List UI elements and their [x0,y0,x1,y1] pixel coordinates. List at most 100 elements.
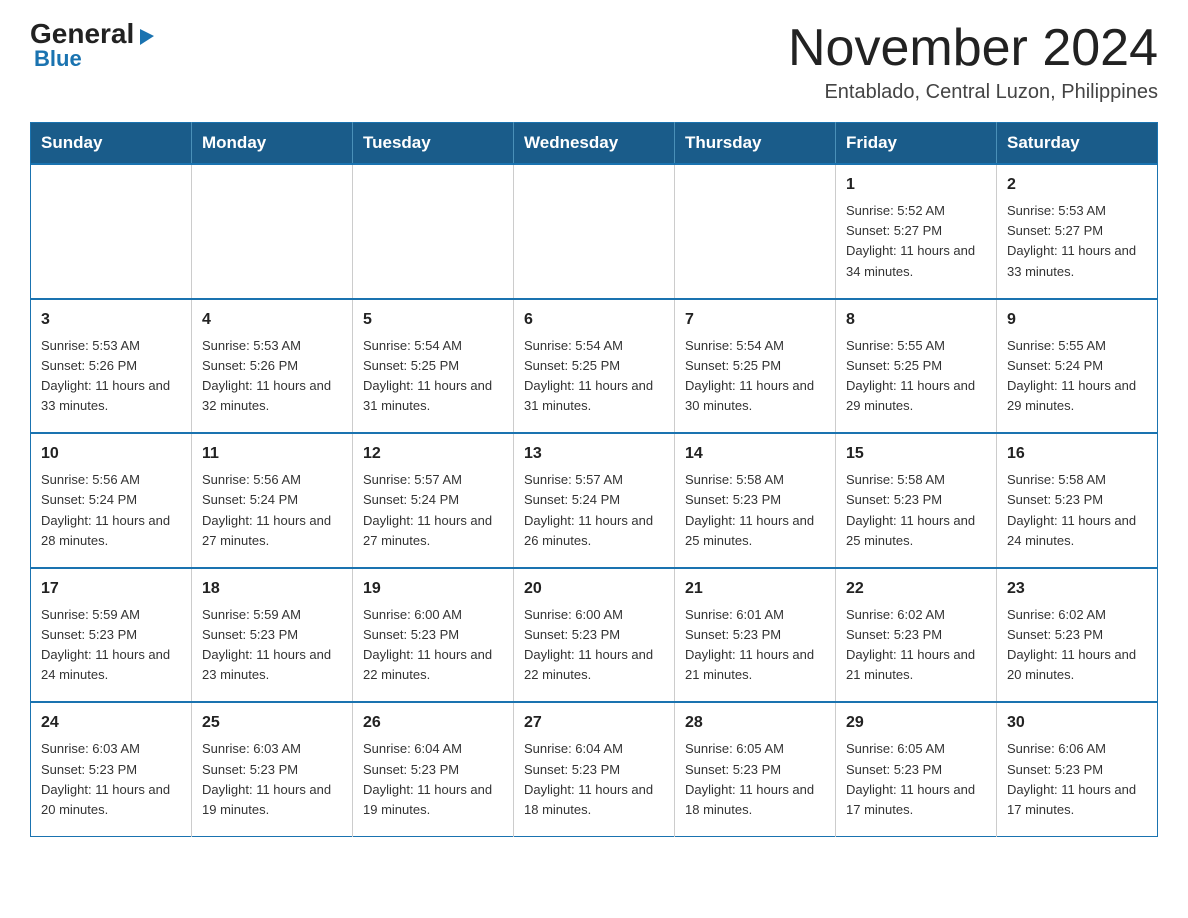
calendar-body: 1 Sunrise: 5:52 AM Sunset: 5:27 PM Daylig… [31,164,1158,836]
day-info: Sunrise: 6:03 AM Sunset: 5:23 PM Dayligh… [202,739,342,820]
day-number: 5 [363,308,503,332]
day-number: 17 [41,577,181,601]
day-cell: 5 Sunrise: 5:54 AM Sunset: 5:25 PM Daylig… [353,299,514,434]
week-row-3: 10 Sunrise: 5:56 AM Sunset: 5:24 PM Dayli… [31,433,1158,568]
day-cell: 6 Sunrise: 5:54 AM Sunset: 5:25 PM Daylig… [514,299,675,434]
page-header: General Blue November 2024 Entablado, Ce… [30,20,1158,104]
week-row-1: 1 Sunrise: 5:52 AM Sunset: 5:27 PM Daylig… [31,164,1158,299]
day-cell: 28 Sunrise: 6:05 AM Sunset: 5:23 PM Dayli… [675,702,836,836]
day-info: Sunrise: 6:04 AM Sunset: 5:23 PM Dayligh… [524,739,664,820]
day-number: 3 [41,308,181,332]
day-info: Sunrise: 6:02 AM Sunset: 5:23 PM Dayligh… [846,605,986,686]
logo: General Blue [30,20,158,72]
day-info: Sunrise: 5:55 AM Sunset: 5:24 PM Dayligh… [1007,336,1147,417]
day-number: 8 [846,308,986,332]
day-info: Sunrise: 5:58 AM Sunset: 5:23 PM Dayligh… [1007,470,1147,551]
day-info: Sunrise: 5:56 AM Sunset: 5:24 PM Dayligh… [41,470,181,551]
day-info: Sunrise: 5:59 AM Sunset: 5:23 PM Dayligh… [202,605,342,686]
header-day-friday: Friday [836,123,997,165]
day-info: Sunrise: 5:54 AM Sunset: 5:25 PM Dayligh… [685,336,825,417]
day-number: 16 [1007,442,1147,466]
day-cell [675,164,836,299]
day-number: 11 [202,442,342,466]
logo-blue: Blue [34,46,82,72]
day-number: 12 [363,442,503,466]
header-day-sunday: Sunday [31,123,192,165]
day-cell: 17Sunrise: 5:59 AM Sunset: 5:23 PM Dayli… [31,568,192,703]
day-info: Sunrise: 6:03 AM Sunset: 5:23 PM Dayligh… [41,739,181,820]
header-day-wednesday: Wednesday [514,123,675,165]
day-cell [31,164,192,299]
day-number: 2 [1007,173,1147,197]
page-title: November 2024 [788,20,1158,77]
day-number: 29 [846,711,986,735]
day-cell: 18 Sunrise: 5:59 AM Sunset: 5:23 PM Dayli… [192,568,353,703]
day-number: 19 [363,577,503,601]
day-info: Sunrise: 5:58 AM Sunset: 5:23 PM Dayligh… [846,470,986,551]
week-row-2: 3 Sunrise: 5:53 AM Sunset: 5:26 PM Daylig… [31,299,1158,434]
day-info: Sunrise: 5:56 AM Sunset: 5:24 PM Dayligh… [202,470,342,551]
header-row: SundayMondayTuesdayWednesdayThursdayFrid… [31,123,1158,165]
day-number: 9 [1007,308,1147,332]
day-info: Sunrise: 5:58 AM Sunset: 5:23 PM Dayligh… [685,470,825,551]
day-number: 20 [524,577,664,601]
day-cell: 20Sunrise: 6:00 AM Sunset: 5:23 PM Dayli… [514,568,675,703]
day-cell: 29 Sunrise: 6:05 AM Sunset: 5:23 PM Dayli… [836,702,997,836]
day-cell: 2 Sunrise: 5:53 AM Sunset: 5:27 PM Daylig… [997,164,1158,299]
day-info: Sunrise: 6:04 AM Sunset: 5:23 PM Dayligh… [363,739,503,820]
day-cell: 10 Sunrise: 5:56 AM Sunset: 5:24 PM Dayli… [31,433,192,568]
day-info: Sunrise: 5:53 AM Sunset: 5:26 PM Dayligh… [41,336,181,417]
week-row-4: 17 Sunrise: 5:59 AM Sunset: 5:23 PM Dayli… [31,568,1158,703]
day-cell: 12 Sunrise: 5:57 AM Sunset: 5:24 PM Dayli… [353,433,514,568]
day-cell: 21 Sunrise: 6:01 AM Sunset: 5:23 PM Dayli… [675,568,836,703]
day-cell: 14 Sunrise: 5:58 AM Sunset: 5:23 PM Dayli… [675,433,836,568]
day-number: 23 [1007,577,1147,601]
day-number: 21 [685,577,825,601]
day-info: Sunrise: 5:52 AM Sunset: 5:27 PM Dayligh… [846,201,986,282]
day-info: Sunrise: 5:54 AM Sunset: 5:25 PM Dayligh… [363,336,503,417]
day-info: Sunrise: 5:53 AM Sunset: 5:27 PM Dayligh… [1007,201,1147,282]
day-number: 15 [846,442,986,466]
day-cell: 22 Sunrise: 6:02 AM Sunset: 5:23 PM Dayli… [836,568,997,703]
subtitle: Entablado, Central Luzon, Philippines [788,81,1158,104]
logo-general: General [30,20,134,48]
header-day-tuesday: Tuesday [353,123,514,165]
day-cell: 1 Sunrise: 5:52 AM Sunset: 5:27 PM Daylig… [836,164,997,299]
day-number: 6 [524,308,664,332]
day-number: 14 [685,442,825,466]
day-number: 18 [202,577,342,601]
day-cell: 26 Sunrise: 6:04 AM Sunset: 5:23 PM Dayli… [353,702,514,836]
day-cell: 23 Sunrise: 6:02 AM Sunset: 5:23 PM Dayli… [997,568,1158,703]
day-number: 1 [846,173,986,197]
day-cell: 19 Sunrise: 6:00 AM Sunset: 5:23 PM Dayli… [353,568,514,703]
day-info: Sunrise: 5:57 AM Sunset: 5:24 PM Dayligh… [363,470,503,551]
header-day-thursday: Thursday [675,123,836,165]
day-info: Sunrise: 6:01 AM Sunset: 5:23 PM Dayligh… [685,605,825,686]
day-info: Sunrise: 5:53 AM Sunset: 5:26 PM Dayligh… [202,336,342,417]
day-info: Sunrise: 6:02 AM Sunset: 5:23 PM Dayligh… [1007,605,1147,686]
day-number: 10 [41,442,181,466]
calendar-header: SundayMondayTuesdayWednesdayThursdayFrid… [31,123,1158,165]
day-cell: 16 Sunrise: 5:58 AM Sunset: 5:23 PM Dayli… [997,433,1158,568]
day-number: 28 [685,711,825,735]
day-cell: 30Sunrise: 6:06 AM Sunset: 5:23 PM Dayli… [997,702,1158,836]
day-number: 22 [846,577,986,601]
day-cell: 25 Sunrise: 6:03 AM Sunset: 5:23 PM Dayli… [192,702,353,836]
logo-triangle-icon [136,25,158,47]
day-cell [192,164,353,299]
day-info: Sunrise: 6:05 AM Sunset: 5:23 PM Dayligh… [685,739,825,820]
day-cell: 3 Sunrise: 5:53 AM Sunset: 5:26 PM Daylig… [31,299,192,434]
day-info: Sunrise: 6:00 AM Sunset: 5:23 PM Dayligh… [363,605,503,686]
week-row-5: 24Sunrise: 6:03 AM Sunset: 5:23 PM Dayli… [31,702,1158,836]
day-number: 26 [363,711,503,735]
day-cell: 13Sunrise: 5:57 AM Sunset: 5:24 PM Dayli… [514,433,675,568]
header-day-monday: Monday [192,123,353,165]
day-info: Sunrise: 5:54 AM Sunset: 5:25 PM Dayligh… [524,336,664,417]
day-number: 7 [685,308,825,332]
day-info: Sunrise: 6:05 AM Sunset: 5:23 PM Dayligh… [846,739,986,820]
day-cell [353,164,514,299]
day-number: 25 [202,711,342,735]
calendar-table: SundayMondayTuesdayWednesdayThursdayFrid… [30,122,1158,837]
day-number: 27 [524,711,664,735]
day-cell: 24Sunrise: 6:03 AM Sunset: 5:23 PM Dayli… [31,702,192,836]
